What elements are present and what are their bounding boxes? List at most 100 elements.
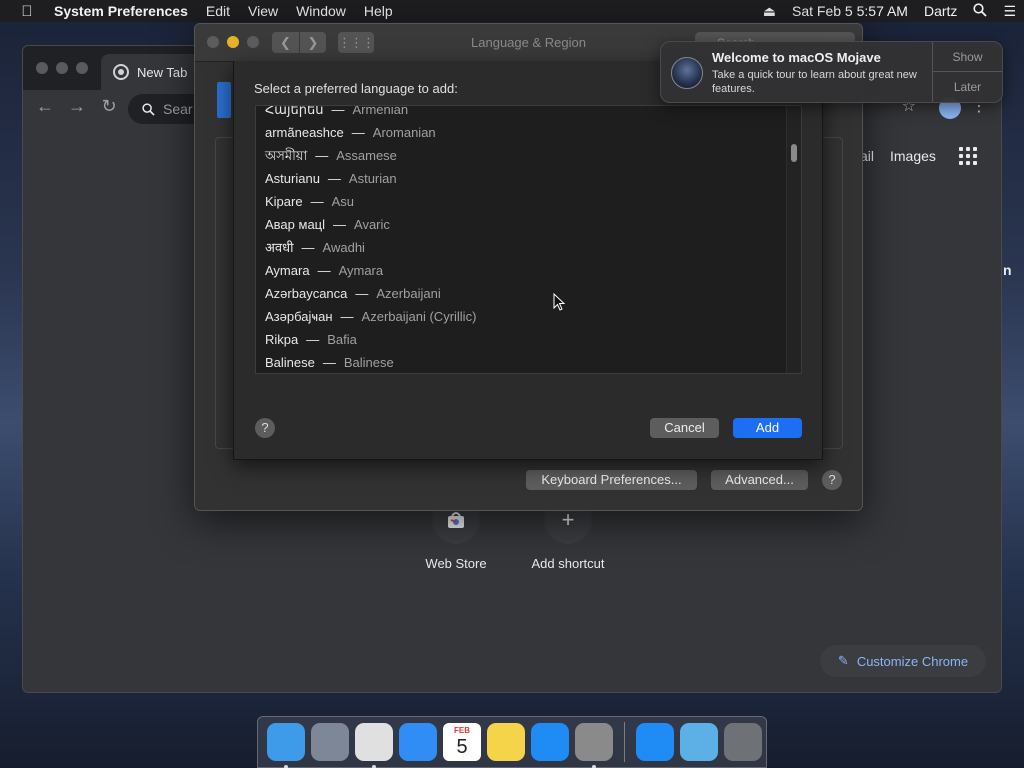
language-english-name: Avaric — [354, 217, 390, 232]
app-store-icon[interactable] — [531, 723, 569, 761]
menu-edit[interactable]: Edit — [197, 3, 239, 19]
tab-title: New Tab — [137, 64, 188, 80]
app-store-icon[interactable] — [636, 723, 674, 761]
language-row[interactable]: Asturianu — Asturian — [256, 167, 801, 190]
add-button[interactable]: Add — [733, 418, 802, 438]
language-english-name: Assamese — [336, 148, 397, 163]
language-separator: — — [333, 217, 347, 232]
language-row[interactable]: Rikpa — Bafia — [256, 328, 801, 351]
language-separator: — — [327, 171, 341, 186]
language-list-rows: Հայերեն — Armenian armãneashce — Aromanian অসম… — [256, 105, 801, 373]
keyboard-preferences-button[interactable]: Keyboard Preferences... — [526, 470, 697, 490]
language-english-name: Aromanian — [372, 125, 436, 140]
language-row[interactable]: armãneashce — Aromanian — [256, 121, 801, 144]
language-separator: — — [315, 148, 329, 163]
zoom-button[interactable] — [76, 62, 88, 74]
downloads-folder-icon[interactable] — [680, 723, 718, 761]
menu-view[interactable]: View — [239, 3, 287, 19]
language-english-name: Awadhi — [322, 240, 365, 255]
cancel-button[interactable]: Cancel — [650, 418, 719, 438]
language-native-name: Balinese — [265, 355, 315, 370]
minimize-button[interactable] — [56, 62, 68, 74]
chrome-icon[interactable] — [355, 723, 393, 768]
language-english-name: Azerbaijani — [376, 286, 441, 301]
language-english-name: Balinese — [343, 355, 394, 370]
language-row[interactable]: Azərbaycanca — Azerbaijani — [256, 282, 801, 305]
system-preferences-icon[interactable] — [575, 723, 613, 768]
flag-icon — [217, 82, 231, 118]
language-native-name: অসমীয়া — [265, 148, 308, 163]
notes-icon[interactable] — [487, 723, 525, 761]
language-list[interactable]: Հայերեն — Armenian armãneashce — Aromanian অসম… — [255, 105, 802, 374]
language-native-name: अवधी — [265, 240, 294, 255]
customize-chrome-button[interactable]: ✎ Customize Chrome — [820, 645, 986, 677]
calendar-month: FEB — [454, 726, 470, 735]
menu-extras: ⏏ Sat Feb 5 5:57 AM Dartz ☰ — [755, 3, 1024, 20]
language-row[interactable]: Balinese — Balinese — [256, 351, 801, 373]
language-row[interactable]: Հայերեն — Armenian — [256, 105, 801, 121]
later-button[interactable]: Later — [933, 72, 1002, 102]
user-name[interactable]: Dartz — [916, 3, 965, 19]
language-row[interactable]: অসমীয়া — Assamese — [256, 144, 801, 167]
language-separator: — — [317, 263, 331, 278]
images-link[interactable]: Images — [890, 148, 936, 164]
menu-help[interactable]: Help — [355, 3, 402, 19]
notification-center-icon[interactable]: ☰ — [995, 3, 1024, 20]
search-icon — [142, 102, 155, 116]
eject-icon[interactable]: ⏏ — [755, 3, 784, 20]
notification-title: Welcome to macOS Mojave — [712, 50, 881, 65]
sheet-prompt: Select a preferred language to add: — [254, 81, 458, 96]
language-english-name: Armenian — [352, 105, 409, 117]
spotlight-icon[interactable] — [965, 2, 995, 20]
language-native-name: Հայերեն — [265, 105, 324, 117]
safari-icon[interactable] — [399, 723, 437, 761]
google-apps-icon[interactable] — [959, 147, 977, 165]
right-edge-text: n — [1003, 262, 1012, 278]
language-separator: — — [310, 194, 324, 209]
language-row[interactable]: Азәрбајҹан — Azerbaijani (Cyrillic) — [256, 305, 801, 328]
omnibox-placeholder: Sear — [163, 101, 193, 117]
dock-divider — [624, 722, 625, 762]
language-native-name: Aymara — [265, 263, 310, 278]
language-row[interactable]: Kipare — Asu — [256, 190, 801, 213]
sheet-help-button[interactable]: ? — [255, 418, 275, 438]
language-separator: — — [331, 105, 345, 117]
trash-icon[interactable] — [724, 723, 762, 761]
show-button[interactable]: Show — [933, 42, 1002, 72]
notification-banner[interactable]: Welcome to macOS Mojave Take a quick tou… — [660, 41, 1003, 103]
language-native-name: Kipare — [265, 194, 303, 209]
shortcut-label: Add shortcut — [531, 556, 605, 571]
scrollbar-thumb[interactable] — [791, 144, 797, 162]
language-separator: — — [301, 240, 315, 255]
back-arrow-icon[interactable]: ← — [33, 96, 57, 117]
language-native-name: Авар мацӏ — [265, 217, 326, 232]
mouse-cursor-icon — [553, 293, 565, 311]
language-separator: — — [322, 355, 336, 370]
chrome-favicon-icon — [113, 64, 129, 80]
calendar-icon[interactable]: FEB 5 — [443, 723, 481, 761]
menu-app-name[interactable]: System Preferences — [54, 3, 197, 19]
forward-arrow-icon[interactable]: → — [65, 96, 89, 117]
menu-window[interactable]: Window — [287, 3, 355, 19]
language-row[interactable]: Авар мацӏ — Avaric — [256, 213, 801, 236]
launchpad-icon[interactable] — [311, 723, 349, 761]
language-row[interactable]: Aymara — Aymara — [256, 259, 801, 282]
pencil-icon: ✎ — [837, 653, 849, 668]
language-separator: — — [340, 309, 354, 324]
language-english-name: Asturian — [348, 171, 397, 186]
help-button[interactable]: ? — [822, 470, 842, 490]
advanced-button[interactable]: Advanced... — [711, 470, 808, 490]
language-native-name: Азәрбајҹан — [265, 309, 333, 324]
apple-icon[interactable]:  — [0, 3, 54, 20]
macos-mojave-icon — [671, 57, 703, 89]
notification-body: Take a quick tour to learn about great n… — [712, 69, 917, 95]
language-native-name: armãneashce — [265, 125, 344, 140]
language-row[interactable]: अवधी — Awadhi — [256, 236, 801, 259]
language-separator: — — [355, 286, 369, 301]
scrollbar[interactable] — [786, 106, 801, 373]
close-button[interactable] — [36, 62, 48, 74]
finder-icon[interactable] — [267, 723, 305, 768]
clock[interactable]: Sat Feb 5 5:57 AM — [784, 3, 916, 19]
reload-icon[interactable]: ↻ — [97, 96, 121, 117]
customize-label: Customize Chrome — [856, 653, 969, 669]
